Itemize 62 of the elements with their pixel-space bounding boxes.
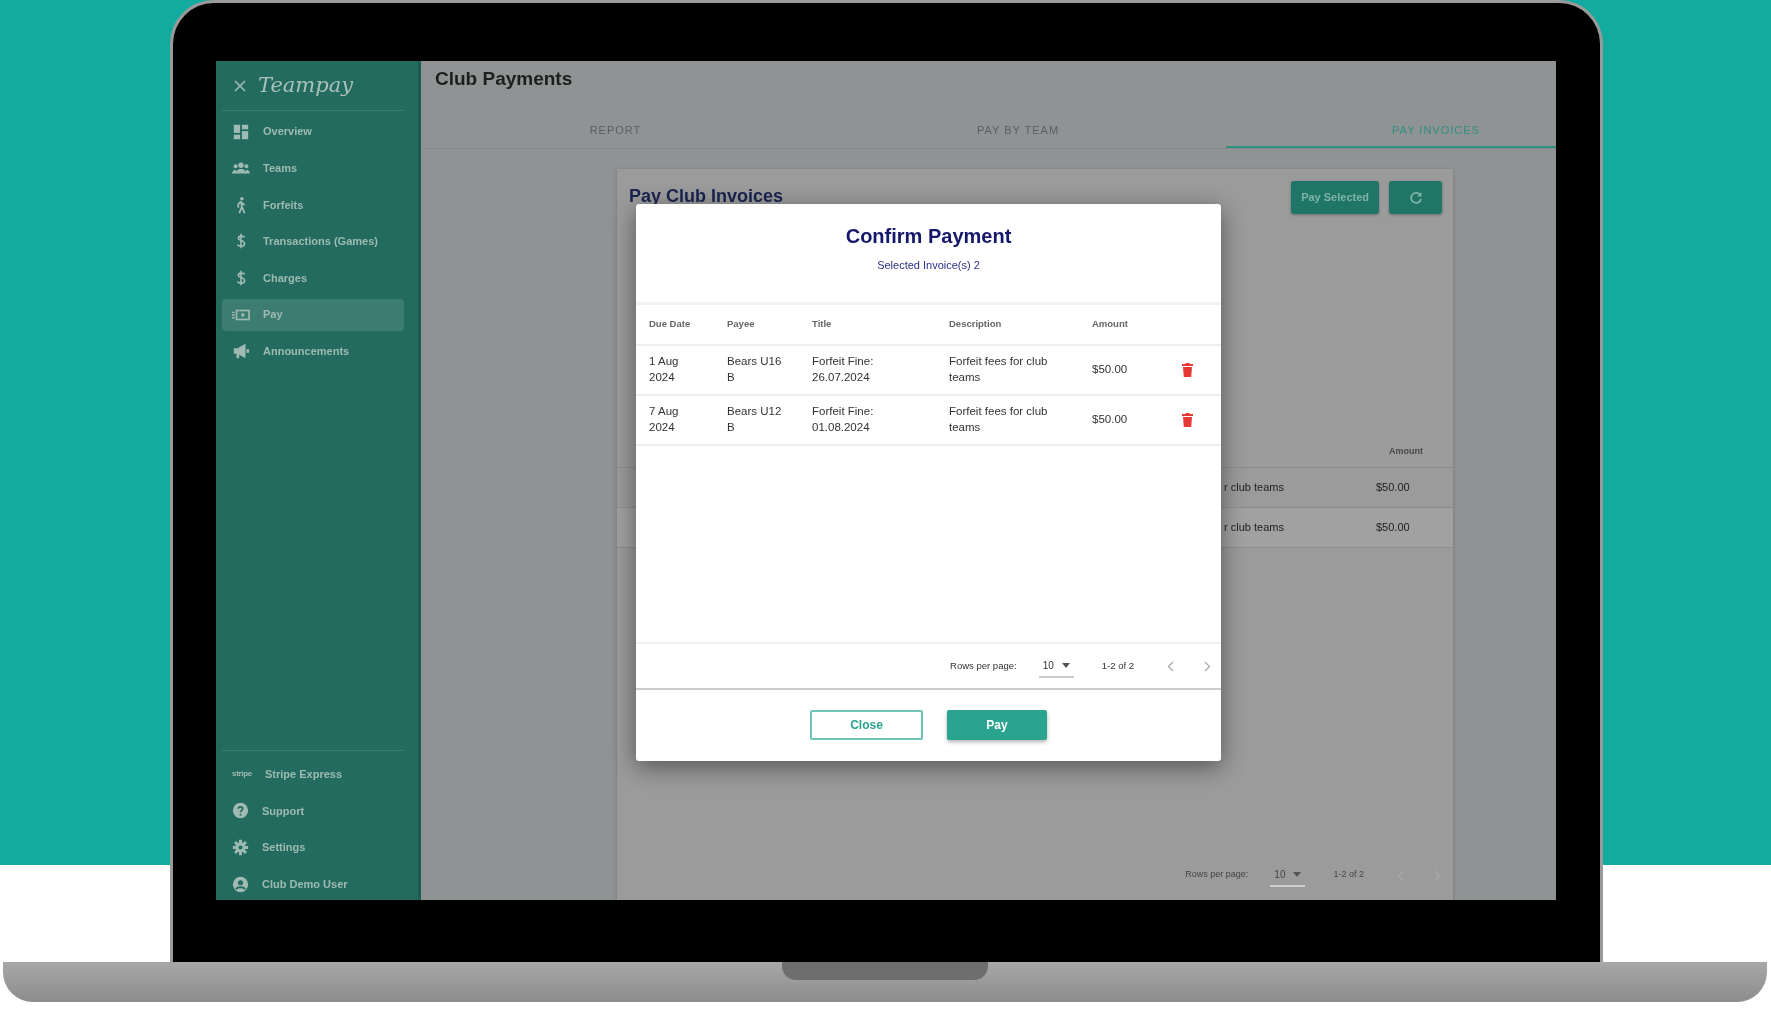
table-cell-text: Forfeit Fine: 26.07.2024 — [812, 354, 875, 385]
table-cell-text: 1 Aug 2024 — [649, 354, 680, 385]
caret-icon — [1061, 662, 1070, 668]
column-header: Description — [936, 305, 1079, 345]
table-cell-text: $50.00 — [1092, 412, 1129, 428]
column-header: Payee — [714, 305, 799, 345]
table-cell-text: $50.00 — [1376, 479, 1410, 495]
table-cell-text: $50.00 — [1092, 362, 1129, 378]
sidebar-item[interactable]: Transactions (Games) — [222, 225, 404, 258]
settings-icon — [232, 838, 249, 856]
chevron-left-icon[interactable] — [1167, 660, 1174, 672]
page-range: 1-2 of 2 — [1333, 868, 1364, 882]
stripe-logo: stripe — [232, 768, 252, 781]
table-cell-text: Forfeit fees for club teams — [949, 354, 1049, 385]
column-header: Title — [799, 305, 936, 345]
sidebar-item[interactable]: Support — [222, 794, 404, 827]
close-icon[interactable] — [234, 79, 246, 92]
column-header: Amount — [1079, 305, 1169, 345]
refresh-icon — [1408, 190, 1423, 205]
table-cell-text: r club teams — [1224, 519, 1285, 535]
sidebar-item[interactable]: Overview — [222, 115, 404, 148]
table-cell-text: Bears U16 B — [727, 354, 783, 385]
refresh-button[interactable] — [1389, 180, 1442, 214]
table-cell-text: Forfeit Fine: 01.08.2024 — [812, 404, 875, 435]
column-header: Due Date — [636, 305, 714, 345]
pay-selected-button[interactable]: Pay Selected — [1291, 180, 1379, 214]
dialog-subtitle: Selected Invoice(s) 2 — [876, 258, 981, 273]
select-value: 10 — [1274, 867, 1286, 882]
trash-icon[interactable] — [1182, 413, 1193, 428]
user-avatar-icon — [232, 875, 249, 893]
sidebar-item[interactable]: Forfeits — [222, 188, 404, 221]
sidebar-item[interactable]: Charges — [222, 261, 404, 294]
caret-icon — [1293, 871, 1302, 877]
select-value: 10 — [1042, 658, 1054, 673]
page-title: Club Payments — [434, 67, 574, 91]
megaphone-icon — [232, 342, 250, 361]
rows-per-page-select[interactable]: 10 — [1038, 654, 1074, 678]
dashboard-icon — [232, 122, 250, 141]
rows-per-page-label: Rows per page: — [950, 658, 1017, 673]
sidebar-item[interactable]: stripe Stripe Express — [222, 758, 404, 791]
close-button[interactable]: Close — [810, 710, 923, 740]
table-cell-text: Forfeit fees for club teams — [949, 404, 1049, 435]
sidebar-item[interactable]: Settings — [222, 831, 404, 864]
table-cell-text: 7 Aug 2024 — [649, 404, 680, 435]
sidebar-item[interactable]: Teams — [222, 152, 404, 185]
column-header: Amount — [1389, 445, 1423, 459]
pay-button[interactable]: Pay — [947, 710, 1047, 740]
table-cell-text: $50.00 — [1376, 519, 1410, 535]
sidebar-item[interactable]: Announcements — [222, 335, 404, 368]
table-cell-text: Bears U12 B — [727, 404, 783, 435]
chevron-right-icon[interactable] — [1204, 660, 1211, 672]
trash-icon[interactable] — [1182, 363, 1193, 378]
rows-per-page-select[interactable]: 10 — [1270, 863, 1306, 887]
table-cell-text: r club teams — [1224, 479, 1285, 495]
dialog-title: Confirm Payment — [844, 224, 1013, 248]
help-icon — [232, 802, 249, 820]
card-title: Pay Club Invoices — [629, 186, 784, 208]
sidebar-item[interactable]: Club Demo User — [222, 868, 404, 900]
page-range: 1-2 of 2 — [1101, 658, 1134, 673]
rows-per-page-label: Rows per page: — [1185, 868, 1249, 882]
brand-logo: Teampay — [258, 75, 354, 96]
sidebar-item[interactable]: Pay — [222, 298, 404, 331]
